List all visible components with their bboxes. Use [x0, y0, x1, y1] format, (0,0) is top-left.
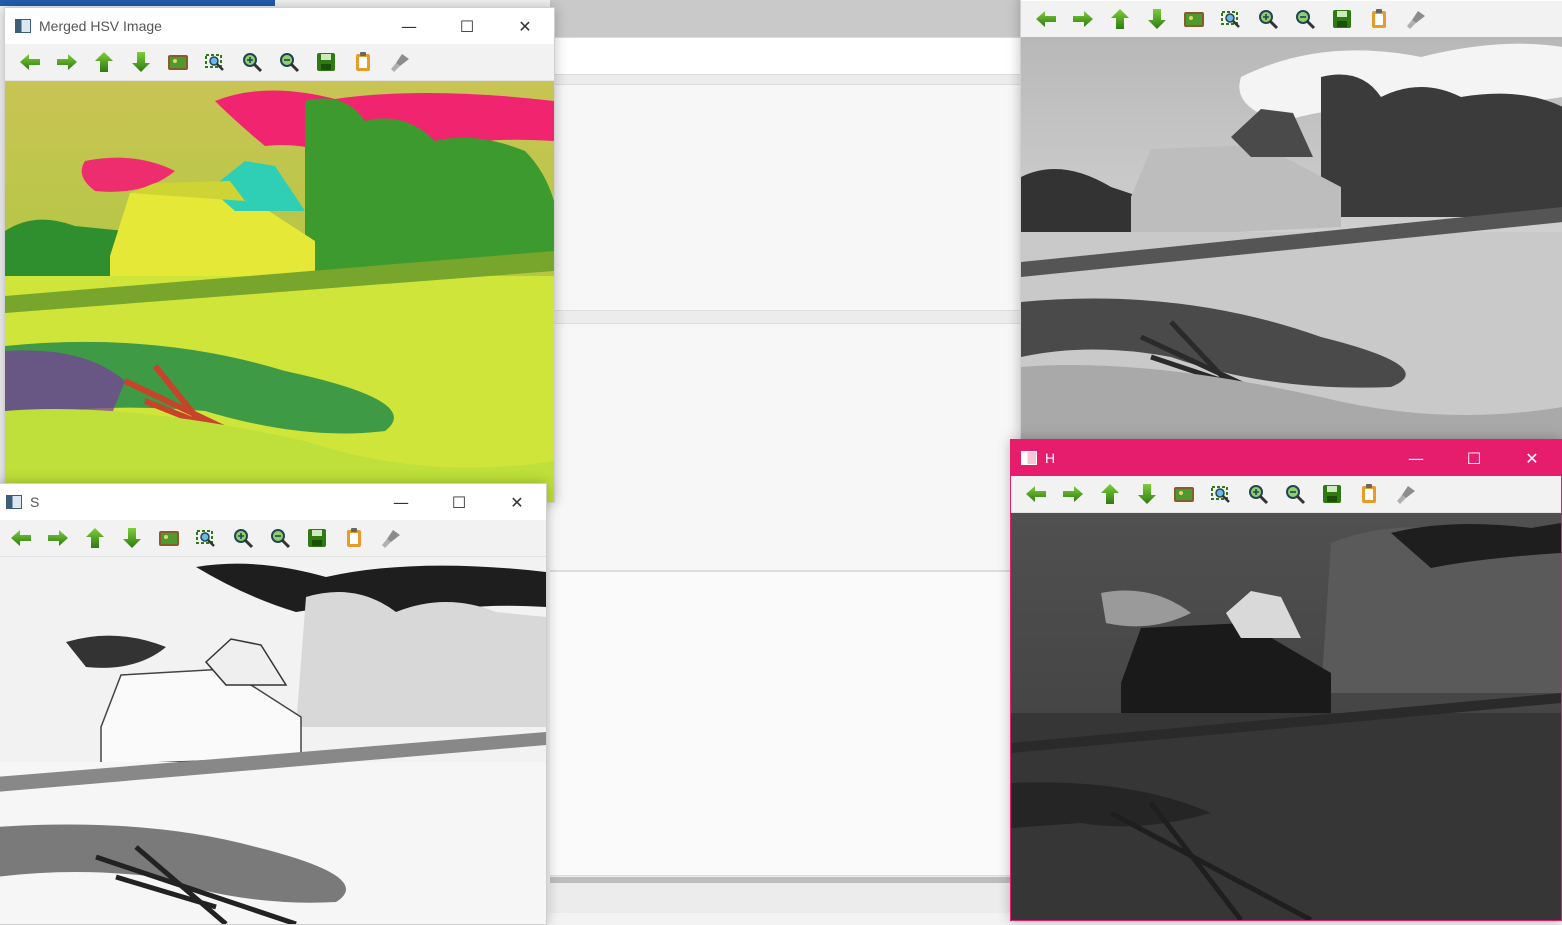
pan-up-icon[interactable]	[76, 523, 113, 553]
zoom-in-icon[interactable]	[1249, 4, 1286, 34]
properties-brush-icon[interactable]	[1397, 4, 1434, 34]
v-channel-image	[1021, 37, 1562, 439]
pan-down-icon[interactable]	[113, 523, 150, 553]
copy-clipboard-icon[interactable]	[1360, 4, 1397, 34]
save-icon[interactable]	[1323, 4, 1360, 34]
background-accent-line	[0, 0, 275, 6]
image-toolbar	[0, 520, 546, 557]
close-button[interactable]: ✕	[488, 484, 546, 520]
properties-brush-icon[interactable]	[1387, 479, 1424, 509]
pan-up-icon[interactable]	[85, 47, 122, 77]
background-pane-2	[550, 323, 1020, 571]
save-icon[interactable]	[307, 47, 344, 77]
maximize-button[interactable]: ☐	[430, 484, 488, 520]
app-window-icon	[1021, 451, 1037, 465]
image-toolbar	[5, 44, 554, 81]
image-canvas-s[interactable]	[0, 557, 546, 924]
titlebar-merged-hsv[interactable]: Merged HSV Image — ☐ ✕	[5, 8, 554, 44]
h-channel-image	[1011, 513, 1561, 920]
zoom-in-icon[interactable]	[233, 47, 270, 77]
image-toolbar	[1021, 1, 1562, 38]
properties-brush-icon[interactable]	[372, 523, 409, 553]
copy-clipboard-icon[interactable]	[344, 47, 381, 77]
pan-down-icon[interactable]	[122, 47, 159, 77]
zoom-region-icon[interactable]	[1212, 4, 1249, 34]
window-title: Merged HSV Image	[39, 18, 162, 34]
image-canvas-v[interactable]	[1021, 37, 1562, 439]
zoom-image-icon[interactable]	[150, 523, 187, 553]
merged-hsv-image	[5, 81, 554, 502]
pan-left-icon[interactable]	[2, 523, 39, 553]
close-button[interactable]: ✕	[496, 8, 554, 44]
save-icon[interactable]	[1313, 479, 1350, 509]
zoom-in-icon[interactable]	[1239, 479, 1276, 509]
zoom-out-icon[interactable]	[1276, 479, 1313, 509]
maximize-button[interactable]: ☐	[1445, 440, 1503, 476]
window-s-channel[interactable]: S — ☐ ✕	[0, 483, 547, 925]
titlebar-h[interactable]: H — ☐ ✕	[1011, 440, 1561, 476]
zoom-in-icon[interactable]	[224, 523, 261, 553]
window-title: H	[1045, 450, 1056, 466]
zoom-out-icon[interactable]	[270, 47, 307, 77]
copy-clipboard-icon[interactable]	[335, 523, 372, 553]
pan-down-icon[interactable]	[1128, 479, 1165, 509]
minimize-button[interactable]: —	[380, 8, 438, 44]
titlebar-s[interactable]: S — ☐ ✕	[0, 484, 546, 520]
zoom-out-icon[interactable]	[1286, 4, 1323, 34]
pan-left-icon[interactable]	[11, 47, 48, 77]
background-pane-1	[550, 84, 1020, 311]
pan-up-icon[interactable]	[1091, 479, 1128, 509]
pan-right-icon[interactable]	[1064, 4, 1101, 34]
save-icon[interactable]	[298, 523, 335, 553]
pan-down-icon[interactable]	[1138, 4, 1175, 34]
pan-left-icon[interactable]	[1017, 479, 1054, 509]
image-canvas-h[interactable]	[1011, 513, 1561, 920]
s-channel-image	[0, 557, 546, 924]
close-button[interactable]: ✕	[1503, 440, 1561, 476]
image-canvas-merged[interactable]	[5, 81, 554, 502]
minimize-button[interactable]: —	[1387, 440, 1445, 476]
pan-right-icon[interactable]	[1054, 479, 1091, 509]
pan-right-icon[interactable]	[48, 47, 85, 77]
window-v-channel[interactable]	[1020, 0, 1562, 440]
window-title: S	[30, 494, 40, 510]
zoom-region-icon[interactable]	[1202, 479, 1239, 509]
pan-left-icon[interactable]	[1027, 4, 1064, 34]
zoom-image-icon[interactable]	[159, 47, 196, 77]
zoom-out-icon[interactable]	[261, 523, 298, 553]
background-bar	[550, 37, 1020, 75]
window-h-channel[interactable]: H — ☐ ✕	[1010, 439, 1562, 921]
pan-right-icon[interactable]	[39, 523, 76, 553]
window-merged-hsv[interactable]: Merged HSV Image — ☐ ✕	[4, 7, 555, 503]
app-window-icon	[15, 19, 31, 33]
zoom-image-icon[interactable]	[1165, 479, 1202, 509]
image-toolbar	[1011, 476, 1561, 513]
pan-up-icon[interactable]	[1101, 4, 1138, 34]
zoom-image-icon[interactable]	[1175, 4, 1212, 34]
properties-brush-icon[interactable]	[381, 47, 418, 77]
background-header	[550, 0, 1020, 37]
zoom-region-icon[interactable]	[187, 523, 224, 553]
copy-clipboard-icon[interactable]	[1350, 479, 1387, 509]
app-window-icon	[6, 495, 22, 509]
zoom-region-icon[interactable]	[196, 47, 233, 77]
minimize-button[interactable]: —	[372, 484, 430, 520]
background-scrollbar[interactable]	[550, 877, 1020, 883]
background-app	[550, 0, 1020, 913]
maximize-button[interactable]: ☐	[438, 8, 496, 44]
background-pane-3	[550, 571, 1020, 876]
